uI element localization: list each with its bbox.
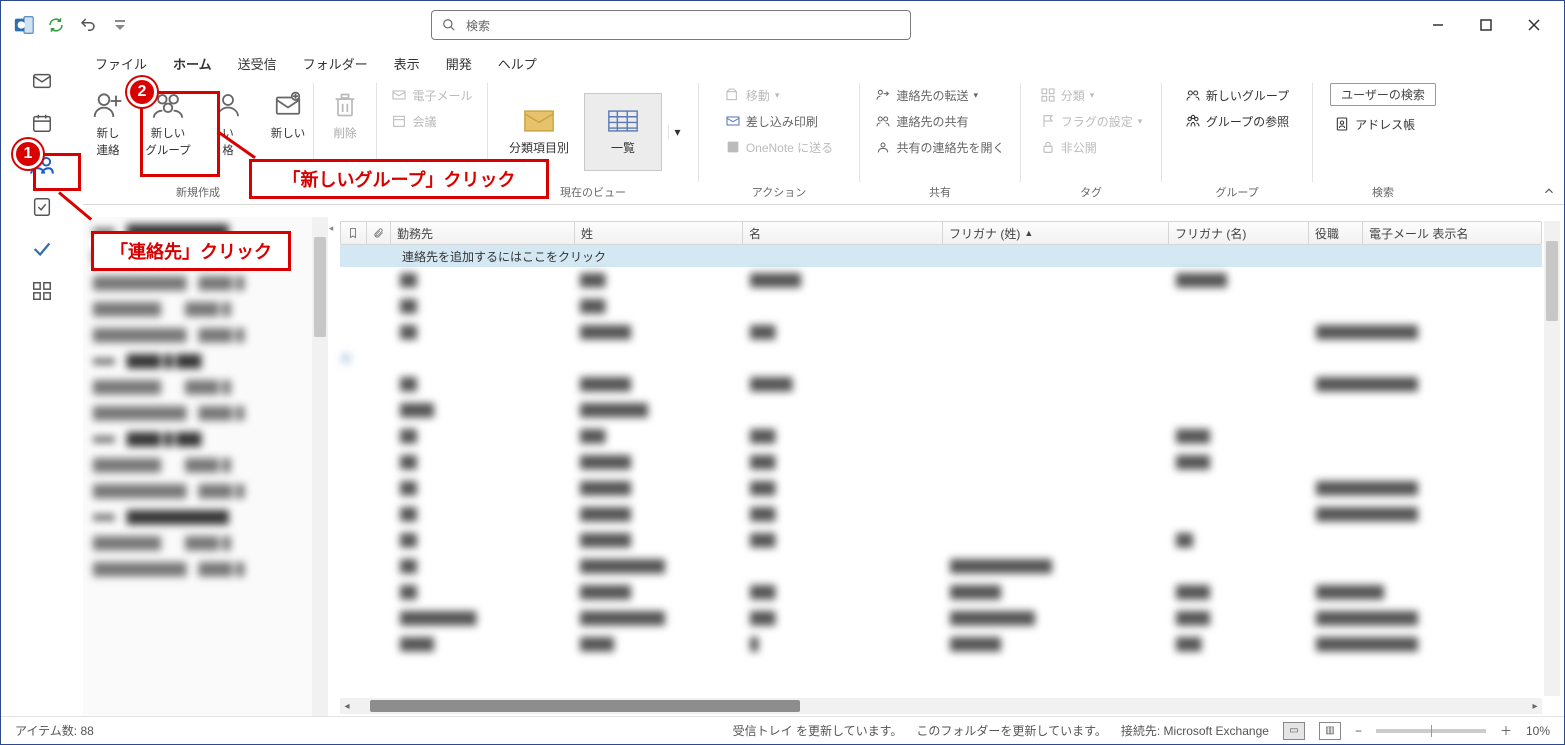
maximize-button[interactable]: [1462, 1, 1510, 49]
col-company[interactable]: 勤務先: [391, 222, 575, 244]
tab-view[interactable]: 表示: [390, 52, 424, 75]
col-furi-last[interactable]: フリガナ (姓)▲: [943, 222, 1169, 244]
zoom-plus[interactable]: ＋: [1500, 722, 1512, 739]
col-firstname[interactable]: 名: [743, 222, 943, 244]
refresh-icon[interactable]: [45, 14, 67, 36]
forward-contact-button[interactable]: 連絡先の転送▾: [871, 83, 1008, 107]
group-label-actions: アクション: [752, 182, 806, 202]
col-attachment[interactable]: [367, 222, 391, 244]
group-label-groups: グループ: [1215, 182, 1258, 202]
mailmerge-button[interactable]: 差し込み印刷: [721, 109, 837, 133]
col-lastname[interactable]: 姓: [575, 222, 743, 244]
new-group-ribbon-button[interactable]: 新しいグループ: [1181, 83, 1293, 107]
close-button[interactable]: [1510, 1, 1558, 49]
ribbon: 新し 連絡 新しい グループ い 格 新しい 新規作成: [1, 77, 1564, 205]
email-button[interactable]: 電子メール: [387, 83, 476, 107]
folder-scrollbar[interactable]: [312, 217, 328, 716]
nav-calendar-icon[interactable]: [28, 109, 56, 137]
status-bar: アイテム数: 88 受信トレイ を更新しています。 このフォルダーを更新していま…: [1, 716, 1564, 744]
annotation-label-1: 「連絡先」クリック: [91, 231, 291, 271]
tab-sendrecv[interactable]: 送受信: [234, 52, 281, 75]
tab-develop[interactable]: 開発: [442, 52, 476, 75]
share-contacts-button[interactable]: 連絡先の共有: [871, 109, 1008, 133]
onenote-button[interactable]: OneNote に送る: [721, 135, 837, 159]
list-scrollbar-h[interactable]: ◂▸: [340, 698, 1542, 714]
content-area: ■■■ ████████████ ████████ ████ █ ███████…: [1, 217, 1564, 716]
undo-icon[interactable]: [77, 14, 99, 36]
viewmode-reading[interactable]: ▥: [1319, 722, 1341, 740]
table-row[interactable]: ██████████████████████████████: [340, 631, 1542, 657]
new-contact-row[interactable]: 連絡先を追加するにはここをクリック: [340, 245, 1542, 267]
flag-button[interactable]: フラグの設定▾: [1036, 109, 1147, 133]
zoom-minus[interactable]: −: [1355, 724, 1362, 738]
contacts-list-pane: 勤務先 姓 名 フリガナ (姓)▲ フリガナ (名) 役職 電子メール 表示名 …: [334, 217, 1564, 716]
table-row[interactable]: █████████████: [340, 527, 1542, 553]
table-row[interactable]: █████████████████████████: [340, 371, 1542, 397]
table-row[interactable]: ███████████████████████: [340, 475, 1542, 501]
zoom-slider[interactable]: [1376, 729, 1486, 733]
viewmode-normal[interactable]: ▭: [1283, 722, 1305, 740]
meeting-button[interactable]: 会議: [387, 109, 476, 133]
search-placeholder: 検索: [466, 17, 490, 34]
annotation-badge-1: 1: [13, 139, 43, 169]
annotation-box-2: [140, 91, 220, 177]
table-row[interactable]: ████████████████████████████████████████…: [340, 605, 1542, 631]
tab-folder[interactable]: フォルダー: [299, 52, 372, 75]
col-icon[interactable]: [341, 222, 367, 244]
new-item-button[interactable]: 新しい: [261, 81, 315, 146]
annotation-label-2: 「新しいグループ」クリック: [249, 159, 549, 199]
group-label-new: 新規作成: [176, 182, 220, 202]
ribbon-tabs: ファイル ホーム 送受信 フォルダー 表示 開発 ヘルプ: [1, 49, 1564, 77]
browse-groups-button[interactable]: グループの参照: [1181, 109, 1293, 133]
annotation-badge-2: 2: [127, 77, 157, 107]
collapse-ribbon-icon[interactable]: [1542, 184, 1556, 198]
status-conn: 接続先: Microsoft Exchange: [1121, 722, 1269, 739]
user-search-input[interactable]: ユーザーの検索: [1330, 83, 1436, 106]
search-icon: [442, 18, 456, 32]
list-scrollbar-v[interactable]: [1544, 221, 1560, 696]
view-list-button[interactable]: 一覧: [584, 93, 662, 171]
table-row[interactable]: ⦿: [340, 345, 1542, 371]
table-row[interactable]: █████████████████████████████: [340, 579, 1542, 605]
table-row[interactable]: ███████████████: [340, 449, 1542, 475]
open-shared-button[interactable]: 共有の連絡先を開く: [871, 135, 1008, 159]
group-label-share: 共有: [929, 182, 951, 202]
tab-home[interactable]: ホーム: [169, 52, 216, 75]
grid-header: 勤務先 姓 名 フリガナ (姓)▲ フリガナ (名) 役職 電子メール 表示名: [340, 221, 1542, 245]
delete-button[interactable]: 削除: [318, 81, 372, 146]
table-row[interactable]: ████████████: [340, 423, 1542, 449]
table-row[interactable]: █████████████████: [340, 267, 1542, 293]
view-more-button[interactable]: ▾: [668, 125, 686, 139]
table-row[interactable]: ████████████████████████: [340, 553, 1542, 579]
col-email[interactable]: 電子メール 表示名: [1363, 222, 1541, 244]
table-row[interactable]: ███████████████████████: [340, 319, 1542, 345]
tab-file[interactable]: ファイル: [91, 52, 151, 75]
private-button[interactable]: 非公開: [1036, 135, 1147, 159]
col-title[interactable]: 役職: [1309, 222, 1363, 244]
folder-pane[interactable]: ■■■ ████████████ ████████ ████ █ ███████…: [83, 217, 328, 716]
search-input[interactable]: 検索: [431, 10, 911, 40]
status-sync1: 受信トレイ を更新しています。: [733, 722, 903, 739]
outlook-icon: [13, 14, 35, 36]
tab-help[interactable]: ヘルプ: [494, 52, 541, 75]
group-label-tag: タグ: [1080, 182, 1102, 202]
title-bar: 検索: [1, 1, 1564, 49]
minimize-button[interactable]: [1414, 1, 1462, 49]
table-row[interactable]: ███████████████████████: [340, 501, 1542, 527]
group-label-view: 現在のビュー: [560, 182, 626, 202]
move-button[interactable]: 移動▾: [721, 83, 837, 107]
categorize-button[interactable]: 分類▾: [1036, 83, 1147, 107]
nav-mail-icon[interactable]: [28, 67, 56, 95]
col-furi-first[interactable]: フリガナ (名): [1169, 222, 1309, 244]
zoom-value: 10%: [1526, 724, 1550, 738]
status-sync2: このフォルダーを更新しています。: [916, 722, 1106, 739]
addressbook-button[interactable]: アドレス帳: [1330, 112, 1419, 136]
qat-more-icon[interactable]: [109, 14, 131, 36]
group-label-search: 検索: [1372, 182, 1394, 202]
table-row[interactable]: █████: [340, 293, 1542, 319]
status-items: アイテム数: 88: [15, 722, 94, 739]
table-row[interactable]: ████████████: [340, 397, 1542, 423]
